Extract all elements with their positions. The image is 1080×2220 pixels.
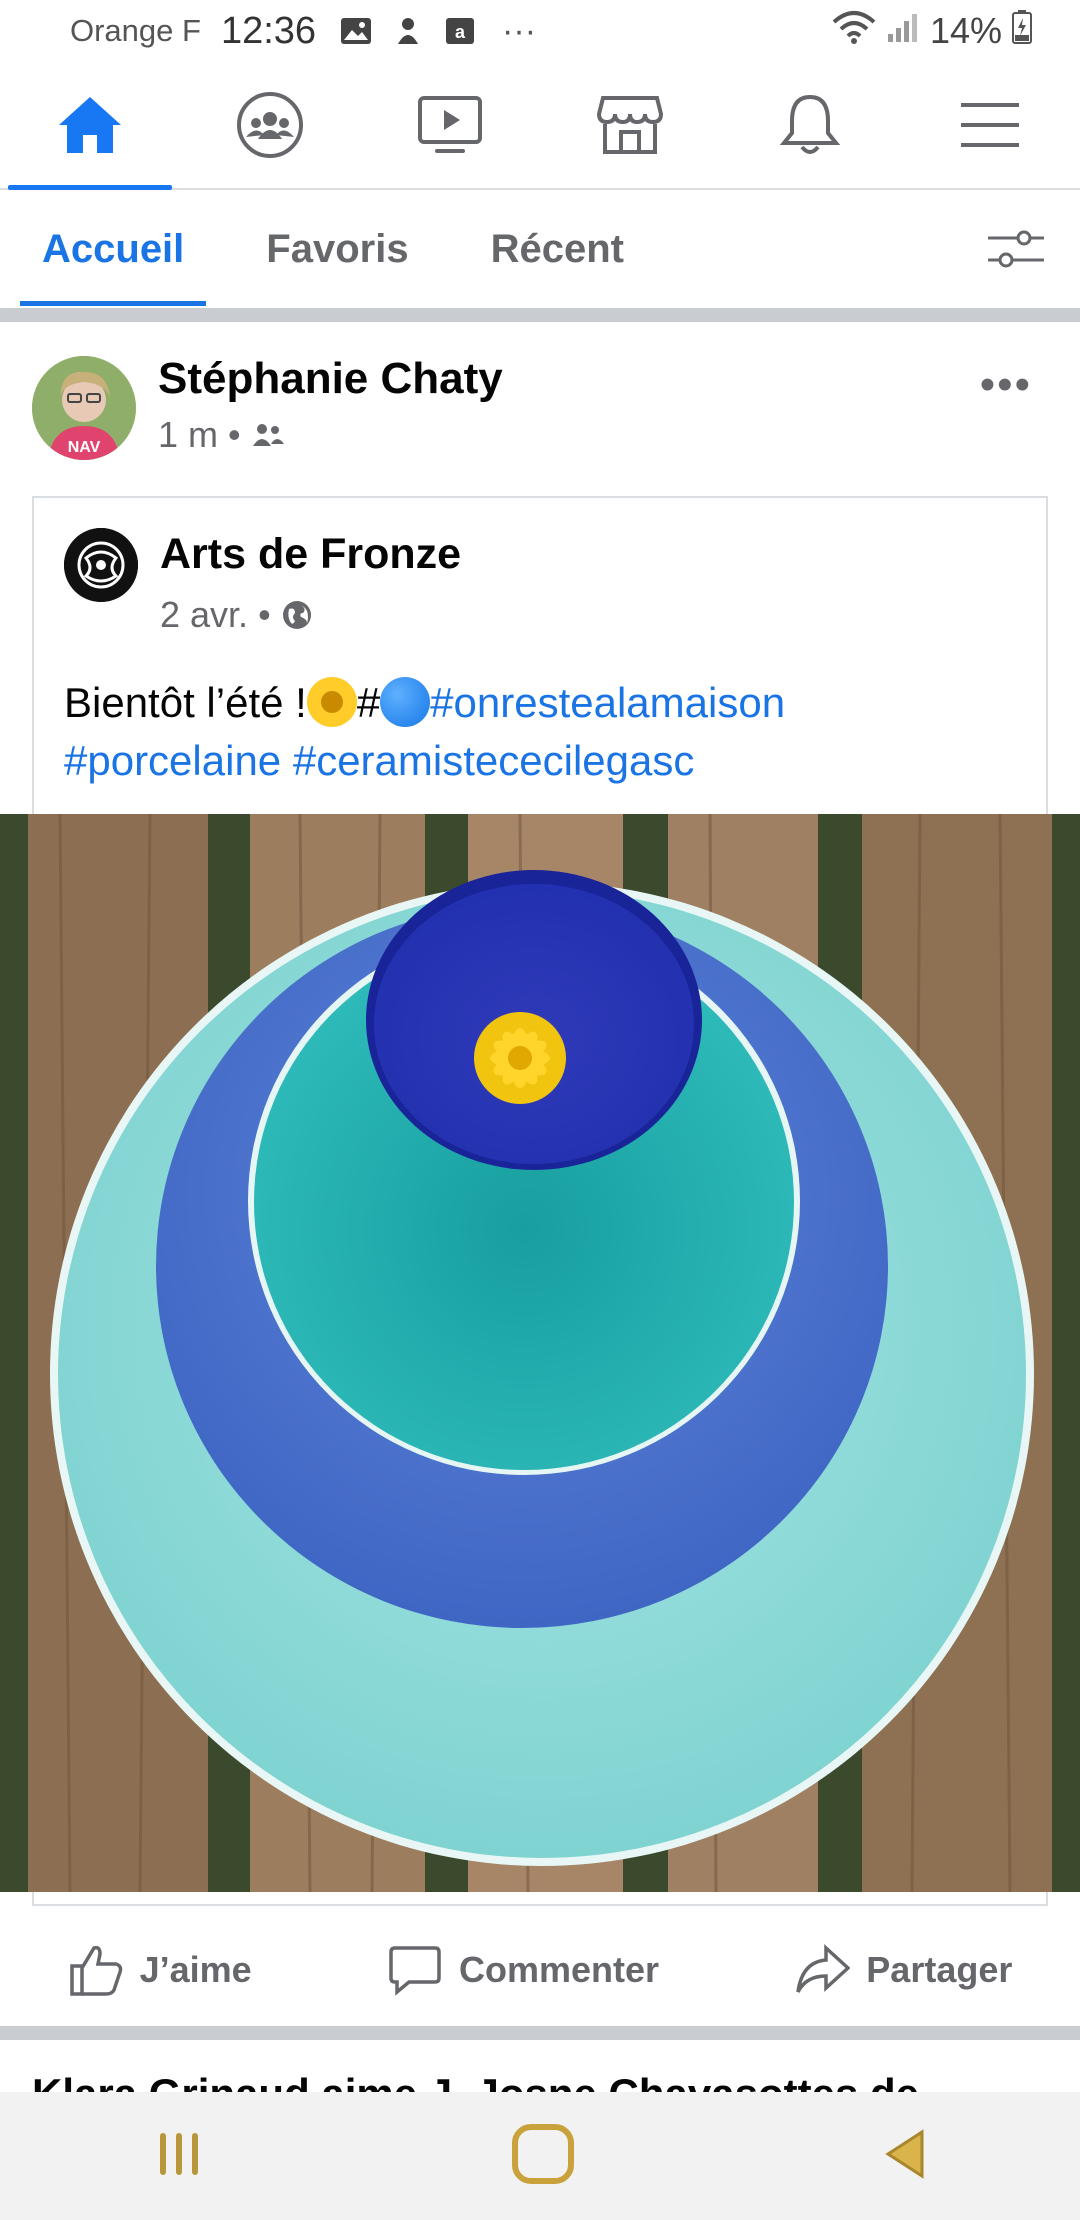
hashtag-link[interactable]: #porcelaine xyxy=(64,737,281,784)
svg-text:a: a xyxy=(455,22,466,42)
tab-recent[interactable]: Récent xyxy=(469,190,646,308)
blue-circle-emoji-icon xyxy=(380,677,431,727)
battery-percent: 14% xyxy=(929,10,1002,51)
nav-menu[interactable] xyxy=(908,62,1072,188)
post-text-lead: Bientôt l’été ! xyxy=(64,679,307,726)
recent-apps-icon xyxy=(159,2132,198,2175)
post-photo[interactable] xyxy=(0,814,1080,1892)
shared-post-meta: 2 avr. • xyxy=(160,594,313,636)
nav-home[interactable] xyxy=(8,62,172,190)
shared-page-name[interactable]: Arts de Fronze xyxy=(160,530,461,579)
page-avatar[interactable] xyxy=(64,528,138,602)
shared-post-text: Bientôt l’été ! # #onrestealamaison #porce… xyxy=(64,674,1024,790)
thumbs-up-icon xyxy=(69,1945,122,1996)
video-icon xyxy=(418,96,482,153)
nav-notifications[interactable] xyxy=(728,62,892,188)
sunflower-emoji-icon xyxy=(306,677,357,727)
gallery-icon xyxy=(338,15,374,47)
signal-icon xyxy=(886,10,920,53)
wifi-icon xyxy=(832,10,876,53)
tab-accueil[interactable]: Accueil xyxy=(20,190,207,308)
meta-dot: • xyxy=(228,414,241,455)
globe-icon xyxy=(282,601,311,629)
meta-dot: • xyxy=(258,594,271,635)
app-notification-icon xyxy=(390,15,426,47)
recent-apps-button[interactable] xyxy=(154,2129,204,2184)
nav-watch[interactable] xyxy=(368,62,532,188)
home-button[interactable] xyxy=(511,2123,575,2190)
post-author-name[interactable]: Stéphanie Chaty xyxy=(158,354,503,404)
post-header: NAV Stéphanie Chaty 1 m • ••• xyxy=(0,322,1080,492)
post-meta: 1 m • xyxy=(158,414,285,456)
svg-text:NAV: NAV xyxy=(68,439,101,456)
like-label: J’aime xyxy=(139,1949,252,1990)
amazon-icon: a xyxy=(442,15,478,47)
clock: 12:36 xyxy=(220,9,317,52)
comment-button[interactable]: Commenter xyxy=(387,1942,659,1998)
feed-filter-button[interactable] xyxy=(986,224,1046,274)
post-time[interactable]: 1 m xyxy=(158,414,218,456)
shared-post-time[interactable]: 2 avr. xyxy=(160,594,248,636)
share-icon xyxy=(796,1944,851,1993)
status-bar: Orange F 12:36 a ··· 14% xyxy=(0,0,1080,62)
feed-divider xyxy=(0,308,1080,322)
hashtag-link[interactable]: #ceramistececilegasc xyxy=(293,737,695,784)
share-button[interactable]: Partager xyxy=(794,1942,1012,1998)
hashtag-link[interactable]: #onrestealamaison xyxy=(430,679,785,726)
feed-divider xyxy=(0,2026,1080,2040)
home-square-icon xyxy=(511,2123,574,2184)
shop-icon xyxy=(597,96,663,154)
top-navigation xyxy=(0,62,1080,190)
home-icon xyxy=(59,97,121,153)
more-notifications-icon: ··· xyxy=(502,11,537,50)
back-button[interactable] xyxy=(882,2128,926,2185)
avatar[interactable]: NAV xyxy=(32,356,136,460)
sliders-icon xyxy=(988,230,1044,268)
hamburger-icon xyxy=(961,103,1019,147)
bell-icon xyxy=(780,94,840,154)
back-triangle-icon xyxy=(885,2128,924,2179)
friends-icon xyxy=(252,424,284,446)
tab-favoris[interactable]: Favoris xyxy=(244,190,430,308)
next-post-header[interactable]: Klara Grinaud aime J. Josne Chavasottes … xyxy=(32,2044,1032,2092)
battery-icon xyxy=(1012,9,1032,53)
post-more-button[interactable]: ••• xyxy=(980,360,1032,410)
feed-tabs: Accueil Favoris Récent xyxy=(0,190,1080,308)
next-post-text: Klara Grinaud aime J. Josne Chavasottes … xyxy=(32,2070,1032,2092)
nav-marketplace[interactable] xyxy=(548,62,712,188)
carrier-label: Orange F xyxy=(70,13,201,48)
nav-groups[interactable] xyxy=(188,62,352,188)
system-navigation-bar xyxy=(0,2092,1080,2220)
post-text-hash: # xyxy=(356,679,381,726)
post-actions: J’aime Commenter Partager xyxy=(0,1910,1080,2030)
comment-icon xyxy=(389,1946,441,1996)
like-button[interactable]: J’aime xyxy=(68,1942,252,1998)
comment-label: Commenter xyxy=(458,1949,660,1990)
groups-icon xyxy=(237,92,303,158)
share-label: Partager xyxy=(866,1949,1013,1990)
